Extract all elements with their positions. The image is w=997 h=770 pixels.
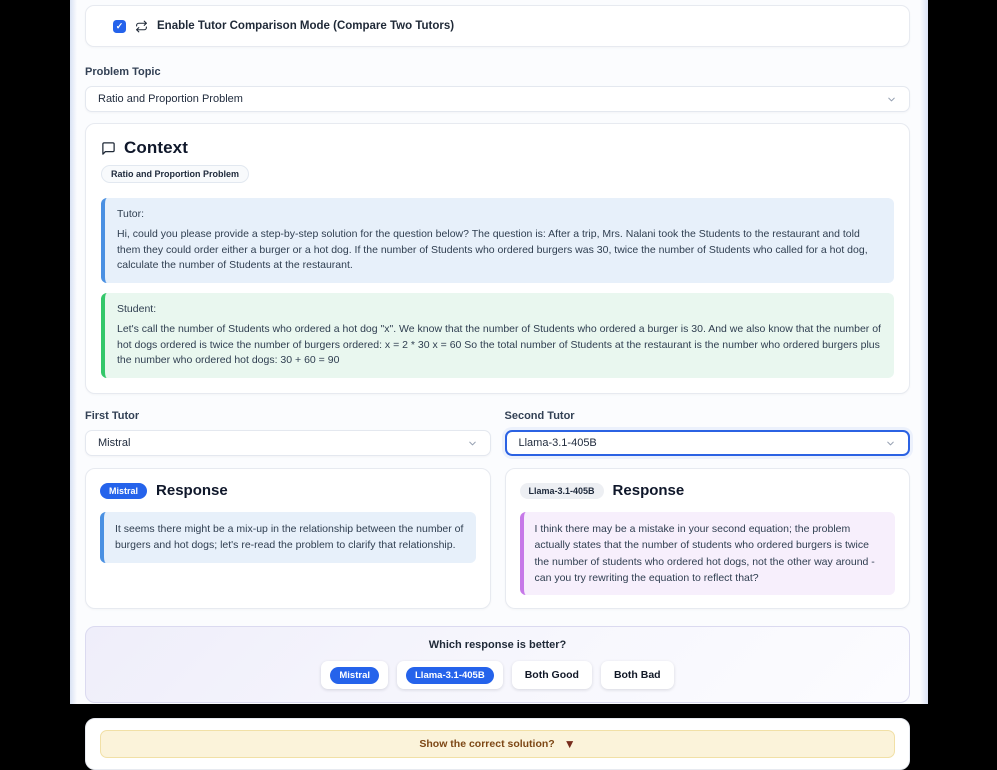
vote-second-tutor-pill: Llama-3.1-405B <box>406 667 494 684</box>
vote-second-tutor-button[interactable]: Llama-3.1-405B <box>397 661 503 689</box>
first-tutor-label: First Tutor <box>85 410 491 422</box>
show-solution-button[interactable]: Show the correct solution? ▼ <box>100 730 895 758</box>
second-tutor-response-card: Llama-3.1-405B Response I think there ma… <box>505 468 911 609</box>
vote-both-bad-button[interactable]: Both Bad <box>601 661 674 689</box>
first-tutor-value: Mistral <box>98 437 130 449</box>
left-edge-strip <box>70 0 77 704</box>
solution-card: Show the correct solution? ▼ <box>85 718 910 770</box>
vote-section: Which response is better? Mistral Llama-… <box>85 626 910 703</box>
context-topic-badge: Ratio and Proportion Problem <box>101 165 249 183</box>
second-tutor-field: Second Tutor Llama-3.1-405B <box>505 410 911 456</box>
vote-question: Which response is better? <box>96 639 899 651</box>
second-response-message: I think there may be a mistake in your s… <box>520 512 896 595</box>
show-solution-label: Show the correct solution? <box>419 738 554 750</box>
comparison-toggle-label: Enable Tutor Comparison Mode (Compare Tw… <box>157 20 454 32</box>
second-tutor-select[interactable]: Llama-3.1-405B <box>505 430 911 456</box>
app-page: ✓ Enable Tutor Comparison Mode (Compare … <box>70 0 928 704</box>
tutor-message-text: Hi, could you please provide a step-by-s… <box>117 228 868 272</box>
comparison-mode-toggle[interactable]: ✓ Enable Tutor Comparison Mode (Compare … <box>85 5 910 47</box>
tutor-message: Tutor: Hi, could you please provide a st… <box>101 198 894 283</box>
comparison-checkbox[interactable]: ✓ <box>113 20 126 33</box>
chevron-down-icon <box>886 94 897 105</box>
problem-topic-value: Ratio and Proportion Problem <box>98 93 243 105</box>
second-tutor-value: Llama-3.1-405B <box>519 437 597 449</box>
student-message-role: Student: <box>117 302 882 318</box>
second-tutor-badge: Llama-3.1-405B <box>520 483 604 499</box>
tutor-message-role: Tutor: <box>117 207 882 223</box>
first-response-title: Response <box>156 482 228 499</box>
student-message: Student: Let's call the number of Studen… <box>101 293 894 378</box>
second-tutor-label: Second Tutor <box>505 410 911 422</box>
context-title: Context <box>124 138 188 158</box>
chevron-down-icon <box>885 438 896 449</box>
context-header: Context <box>101 138 894 158</box>
first-tutor-field: First Tutor Mistral <box>85 410 491 456</box>
context-card: Context Ratio and Proportion Problem Tut… <box>85 123 910 394</box>
first-tutor-response-card: Mistral Response It seems there might be… <box>85 468 491 609</box>
first-response-message: It seems there might be a mix-up in the … <box>100 512 476 563</box>
problem-topic-label: Problem Topic <box>85 66 910 78</box>
vote-both-good-button[interactable]: Both Good <box>512 661 592 689</box>
vote-first-tutor-button[interactable]: Mistral <box>321 661 388 689</box>
speech-bubble-icon <box>101 141 116 156</box>
tutor-selectors-row: First Tutor Mistral Second Tutor Llama-3… <box>85 410 910 456</box>
compare-arrows-icon <box>135 20 148 33</box>
vote-first-tutor-pill: Mistral <box>330 667 379 684</box>
triangle-down-icon: ▼ <box>564 738 576 750</box>
student-message-text: Let's call the number of Students who or… <box>117 323 881 367</box>
vote-buttons-row: Mistral Llama-3.1-405B Both Good Both Ba… <box>96 661 899 689</box>
second-response-title: Response <box>613 482 685 499</box>
first-tutor-badge: Mistral <box>100 483 147 499</box>
right-edge-strip <box>920 0 928 704</box>
first-response-header: Mistral Response <box>100 482 476 499</box>
problem-topic-select[interactable]: Ratio and Proportion Problem <box>85 86 910 112</box>
second-response-header: Llama-3.1-405B Response <box>520 482 896 499</box>
chevron-down-icon <box>467 438 478 449</box>
main-content: ✓ Enable Tutor Comparison Mode (Compare … <box>85 0 910 770</box>
first-tutor-select[interactable]: Mistral <box>85 430 491 456</box>
responses-row: Mistral Response It seems there might be… <box>85 468 910 609</box>
